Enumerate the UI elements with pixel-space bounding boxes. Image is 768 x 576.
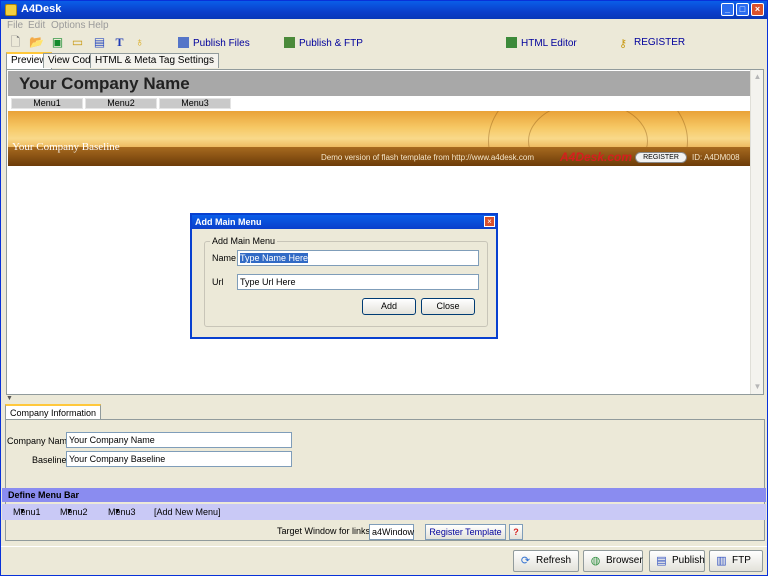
- preview-menu-item[interactable]: Menu1: [11, 98, 83, 109]
- target-window-row: Target Window for links a4Window Registe…: [1, 523, 767, 543]
- close-button[interactable]: ×: [751, 3, 764, 16]
- publish-files-link[interactable]: Publish Files: [178, 37, 250, 49]
- scroll-up-icon[interactable]: ▲: [752, 71, 763, 82]
- add-button[interactable]: Add: [362, 298, 416, 315]
- preview-baseline: Your Company Baseline: [12, 141, 120, 153]
- toolbar: 🗋 📂 ▣ ▭ ▤ T ♁ Publish Files Publish & FT…: [1, 33, 767, 53]
- baseline-input[interactable]: Your Company Baseline: [66, 451, 292, 467]
- target-window-input[interactable]: a4Window: [369, 524, 414, 540]
- preview-menu-item[interactable]: Menu3: [159, 98, 231, 109]
- menu-help[interactable]: Help: [88, 20, 109, 31]
- refresh-icon: ⟳: [520, 555, 531, 567]
- publish-ftp-link[interactable]: Publish & FTP: [284, 37, 363, 49]
- url-label: Url: [212, 277, 224, 287]
- title-bar[interactable]: A4Desk _ □ ×: [1, 1, 767, 19]
- html-editor-icon: [506, 37, 517, 48]
- text-icon[interactable]: T: [113, 36, 126, 49]
- brand-logo: A4Desk.com: [560, 150, 633, 164]
- save-icon[interactable]: ▣: [51, 36, 64, 49]
- properties-icon[interactable]: ▤: [93, 36, 106, 49]
- menu-url-input[interactable]: Type Url Here: [237, 274, 479, 290]
- baseline-label: Baseline: [32, 455, 67, 465]
- company-name-label: Company Name: [7, 436, 73, 446]
- preview-menu-strip: Menu1 Menu2 Menu3: [8, 96, 750, 110]
- menu-options[interactable]: Options: [51, 20, 85, 31]
- chevron-down-icon: ▼: [66, 508, 73, 515]
- key-icon: ⚷: [619, 38, 628, 50]
- maximize-button[interactable]: □: [736, 3, 749, 16]
- add-new-menu-link[interactable]: [Add New Menu]: [154, 504, 221, 520]
- open-folder-icon[interactable]: 📂: [29, 36, 44, 49]
- tab-html-meta-settings[interactable]: HTML & Meta Tag Settings: [90, 53, 219, 68]
- banner-register-button[interactable]: REGISTER: [635, 152, 687, 163]
- define-menu-bar-header: Define Menu Bar: [2, 488, 766, 502]
- groupbox-label: Add Main Menu: [210, 236, 278, 246]
- menu-edit[interactable]: Edit: [28, 20, 45, 31]
- menu-file[interactable]: File: [7, 20, 23, 31]
- footer-bar: ⟳ Refresh ◍ Browser ▤ Publish ▥ FTP: [1, 546, 767, 575]
- html-editor-link[interactable]: HTML Editor: [506, 37, 577, 49]
- demo-notice: Demo version of flash template from http…: [321, 153, 534, 162]
- window-title: A4Desk: [21, 3, 62, 15]
- refresh-button[interactable]: ⟳ Refresh: [513, 550, 579, 572]
- publish-icon: ▤: [656, 555, 667, 567]
- chevron-down-icon: ▼: [114, 508, 121, 515]
- tip-bulb-icon[interactable]: ♁: [133, 36, 146, 49]
- template-id: ID: A4DM008: [692, 153, 740, 162]
- dialog-title[interactable]: Add Main Menu: [192, 215, 496, 229]
- preview-menu-item[interactable]: Menu2: [85, 98, 157, 109]
- add-main-menu-dialog: Add Main Menu × Add Main Menu Name Type …: [190, 213, 498, 339]
- globe-icon: ◍: [590, 555, 601, 567]
- register-template-button[interactable]: Register Template: [425, 524, 506, 540]
- help-button[interactable]: ?: [509, 524, 523, 540]
- ftp-icon: ▥: [716, 555, 727, 567]
- ftp-button[interactable]: ▥ FTP: [709, 550, 763, 572]
- scroll-down-icon[interactable]: ▼: [752, 381, 763, 392]
- register-link[interactable]: ⚷ REGISTER: [619, 37, 685, 50]
- new-file-icon[interactable]: 🗋: [9, 36, 22, 49]
- preview-scrollbar[interactable]: ▲ ▼: [750, 70, 763, 394]
- dialog-close-icon[interactable]: ×: [484, 216, 495, 227]
- settings-panel: Company Information Company Name Your Co…: [1, 402, 767, 542]
- folder-icon[interactable]: ▭: [71, 36, 84, 49]
- tab-company-information[interactable]: Company Information: [5, 404, 102, 419]
- name-label: Name: [212, 253, 237, 263]
- target-window-label: Target Window for links: [277, 526, 371, 536]
- browser-button[interactable]: ◍ Browser: [583, 550, 643, 572]
- company-name-input[interactable]: Your Company Name: [66, 432, 292, 448]
- app-logo-icon: [5, 4, 17, 16]
- preview-company-header: Your Company Name: [8, 71, 750, 96]
- chevron-down-icon: ▼: [19, 508, 26, 515]
- publish-button[interactable]: ▤ Publish: [649, 550, 705, 572]
- minimize-button[interactable]: _: [721, 3, 734, 16]
- menu-name-input[interactable]: Type Name Here: [237, 250, 479, 266]
- app-window: A4Desk _ □ × File Edit Options Help 🗋 📂 …: [0, 0, 768, 576]
- preview-company-name: Your Company Name: [19, 74, 190, 93]
- publish-files-icon: [178, 37, 189, 48]
- publish-ftp-icon: [284, 37, 295, 48]
- menu-bar: File Edit Options Help: [1, 19, 767, 33]
- dialog-close-button[interactable]: Close: [421, 298, 475, 315]
- define-menu-bar: Menu1 ▼ Menu2 ▼ Menu3 ▼ [Add New Menu]: [2, 504, 766, 520]
- preview-banner: Your Company Baseline Demo version of fl…: [8, 111, 750, 166]
